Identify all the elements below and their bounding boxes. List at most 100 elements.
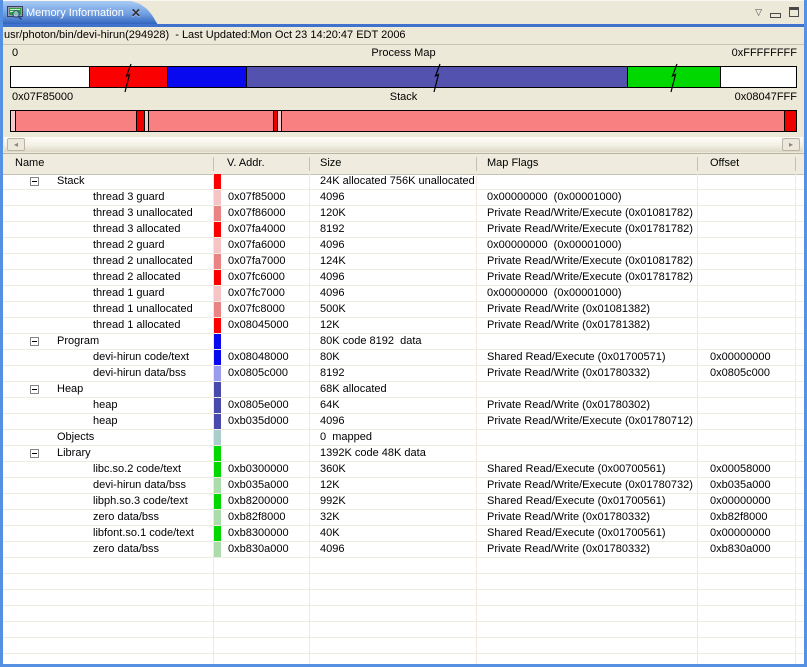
cell-name: thread 1 allocated — [93, 318, 180, 333]
tree-collapse-icon[interactable] — [30, 337, 39, 346]
memory-information-view: Memory Information ✕ ▽ usr/photon/bin/de… — [0, 0, 807, 667]
process-info-bar: usr/photon/bin/devi-hirun(294928) - Last… — [3, 27, 804, 45]
cell-size: 12K — [320, 478, 340, 493]
table-row[interactable]: heap 0xb035d000 4096 Private Read/Write/… — [3, 414, 804, 430]
cell-name: thread 2 unallocated — [93, 254, 193, 269]
cell-mapflags: Private Read/Write/Execute (0x01780732) — [487, 478, 693, 493]
column-header-size[interactable]: Size — [320, 154, 341, 173]
tree-collapse-icon[interactable] — [30, 449, 39, 458]
color-chip — [214, 206, 221, 221]
cell-name: libc.so.2 code/text — [93, 462, 181, 477]
column-header-vaddr[interactable]: V. Addr. — [227, 154, 265, 173]
cell-name: devi-hirun data/bss — [93, 478, 186, 493]
table-row[interactable]: libph.so.3 code/text 0xb8200000 992K Sha… — [3, 494, 804, 510]
table-row[interactable]: thread 1 unallocated 0x07fc8000 500K Pri… — [3, 302, 804, 318]
column-header-mapflags[interactable]: Map Flags — [487, 154, 538, 173]
cell-size: 32K — [320, 510, 340, 525]
table-row[interactable]: thread 2 guard 0x07fa6000 4096 0x0000000… — [3, 238, 804, 254]
memory-table: Name V. Addr. Size Map Flags Offset Stac… — [3, 153, 804, 664]
color-chip — [214, 350, 221, 365]
table-row[interactable]: Stack 24K allocated 756K unallocated — [3, 174, 804, 190]
table-row[interactable]: Library 1392K code 48K data — [3, 446, 804, 462]
cell-mapflags: Private Read/Write (0x01780302) — [487, 398, 650, 413]
empty-table-row — [3, 622, 804, 638]
cell-vaddr: 0x07fc8000 — [228, 302, 285, 317]
table-row[interactable]: Objects 0 mapped — [3, 430, 804, 446]
cell-vaddr: 0x07fc7000 — [228, 286, 285, 301]
cell-name: zero data/bss — [93, 510, 159, 525]
tab-close-icon[interactable]: ✕ — [131, 7, 141, 19]
color-chip — [214, 334, 221, 349]
cell-name: heap — [93, 414, 117, 429]
table-row[interactable]: thread 2 allocated 0x07fc6000 4096 Priva… — [3, 270, 804, 286]
table-body: Stack 24K allocated 756K unallocated thr… — [3, 174, 804, 664]
cell-vaddr: 0xb8300000 — [228, 526, 289, 541]
table-row[interactable]: devi-hirun data/bss 0xb035a000 12K Priva… — [3, 478, 804, 494]
tree-collapse-icon[interactable] — [30, 177, 39, 186]
scroll-left-icon[interactable]: ◂ — [7, 138, 25, 151]
table-row[interactable]: thread 1 guard 0x07fc7000 4096 0x0000000… — [3, 286, 804, 302]
cell-size: 4096 — [320, 542, 344, 557]
cell-size: 8192 — [320, 366, 344, 381]
minimize-icon[interactable] — [770, 13, 781, 18]
tab-memory-information[interactable]: Memory Information ✕ — [3, 1, 158, 25]
scroll-right-icon[interactable]: ▸ — [782, 138, 800, 151]
cell-size: 80K — [320, 350, 340, 365]
color-chip — [214, 238, 221, 253]
column-resize-handle[interactable] — [476, 157, 477, 171]
cell-offset: 0x00000000 — [710, 494, 771, 509]
table-row[interactable]: heap 0x0805e000 64K Private Read/Write (… — [3, 398, 804, 414]
table-row[interactable]: thread 3 allocated 0x07fa4000 8192 Priva… — [3, 222, 804, 238]
column-header-name[interactable]: Name — [15, 154, 44, 173]
cell-vaddr: 0xb035d000 — [228, 414, 289, 429]
column-resize-handle[interactable] — [213, 157, 214, 171]
view-menu-icon[interactable]: ▽ — [755, 6, 762, 18]
table-row[interactable]: Program 80K code 8192 data — [3, 334, 804, 350]
process-map-labels: 0 Process Map 0xFFFFFFFF — [10, 47, 797, 64]
table-row[interactable]: thread 2 unallocated 0x07fa7000 124K Pri… — [3, 254, 804, 270]
cell-name: Stack — [57, 174, 85, 189]
empty-table-row — [3, 638, 804, 654]
column-resize-handle[interactable] — [309, 157, 310, 171]
column-resize-handle[interactable] — [697, 157, 698, 171]
cell-vaddr: 0x08045000 — [228, 318, 289, 333]
maximize-icon[interactable] — [789, 7, 799, 17]
cell-mapflags: Private Read/Write (0x01780332) — [487, 542, 650, 557]
table-row[interactable]: libfont.so.1 code/text 0xb8300000 40K Sh… — [3, 526, 804, 542]
table-row[interactable]: libc.so.2 code/text 0xb0300000 360K Shar… — [3, 462, 804, 478]
column-header-offset[interactable]: Offset — [710, 154, 739, 173]
horizontal-scrollbar[interactable]: ◂ ▸ — [4, 137, 803, 152]
table-row[interactable]: devi-hirun code/text 0x08048000 80K Shar… — [3, 350, 804, 366]
cell-name: libfont.so.1 code/text — [93, 526, 194, 541]
cell-name: devi-hirun code/text — [93, 350, 189, 365]
table-row[interactable]: thread 1 allocated 0x08045000 12K Privat… — [3, 318, 804, 334]
table-row[interactable]: thread 3 unallocated 0x07f86000 120K Pri… — [3, 206, 804, 222]
process-map-bar — [10, 66, 797, 88]
cell-vaddr: 0x0805c000 — [228, 366, 288, 381]
cell-size: 4096 — [320, 286, 344, 301]
cell-vaddr: 0x07fa7000 — [228, 254, 286, 269]
cell-size: 360K — [320, 462, 346, 477]
cell-vaddr: 0x07fa6000 — [228, 238, 286, 253]
table-row[interactable]: zero data/bss 0xb82f8000 32K Private Rea… — [3, 510, 804, 526]
cell-size: 120K — [320, 206, 346, 221]
cell-size: 68K allocated — [320, 382, 387, 397]
table-row[interactable]: zero data/bss 0xb830a000 4096 Private Re… — [3, 542, 804, 558]
color-chip — [214, 542, 221, 557]
cell-size: 0 mapped — [320, 430, 372, 445]
table-row[interactable]: devi-hirun data/bss 0x0805c000 8192 Priv… — [3, 366, 804, 382]
cell-name: thread 3 unallocated — [93, 206, 193, 221]
cell-mapflags: Private Read/Write (0x01780332) — [487, 510, 650, 525]
table-row[interactable]: Heap 68K allocated — [3, 382, 804, 398]
cell-name: zero data/bss — [93, 542, 159, 557]
table-row[interactable]: thread 3 guard 0x07f85000 4096 0x0000000… — [3, 190, 804, 206]
cell-vaddr: 0xb82f8000 — [228, 510, 286, 525]
cell-mapflags: Shared Read/Execute (0x00700561) — [487, 462, 666, 477]
tree-collapse-icon[interactable] — [30, 385, 39, 394]
cell-size: 40K — [320, 526, 340, 541]
tab-title: Memory Information — [26, 7, 124, 19]
color-chip — [214, 302, 221, 317]
color-chip — [214, 190, 221, 205]
column-resize-handle[interactable] — [795, 157, 796, 171]
color-chip — [214, 382, 221, 397]
